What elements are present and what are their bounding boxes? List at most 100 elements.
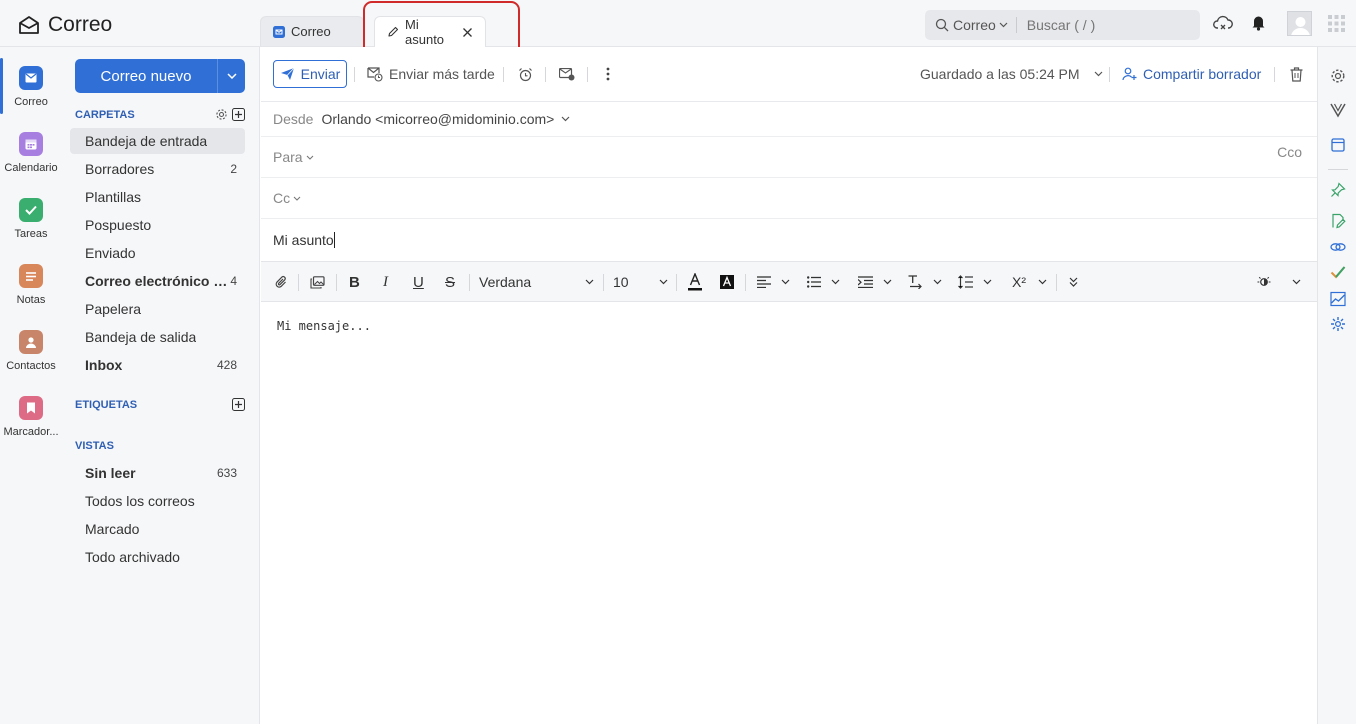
line-spacing-icon [958, 275, 973, 289]
subject-field[interactable]: Mi asunto [261, 219, 1317, 261]
indent-icon [858, 276, 873, 288]
link-icon[interactable] [1330, 239, 1346, 255]
add-label-icon[interactable] [232, 398, 245, 411]
close-icon[interactable] [462, 27, 473, 38]
tab-mi-asunto[interactable]: Mi asunto [374, 16, 486, 47]
font-size-value: 10 [613, 274, 629, 290]
app-notas[interactable]: Notas [0, 264, 62, 306]
send-button[interactable]: Enviar [273, 60, 347, 88]
format-toolbar: B I U S Verdana 10 X² [261, 261, 1317, 302]
gear-icon[interactable] [215, 108, 228, 121]
cloud-sync-icon[interactable] [1213, 14, 1233, 32]
paperclip-icon [275, 275, 288, 290]
from-field[interactable]: Desde Orlando <micorreo@midominio.com> [261, 102, 1317, 137]
folder-bandeja-de-entrada[interactable]: Bandeja de entrada [70, 128, 245, 154]
bold-button[interactable]: B [349, 262, 360, 302]
italic-button[interactable]: I [383, 262, 388, 302]
view-marcado[interactable]: Marcado [70, 516, 245, 542]
app-contactos[interactable]: Contactos [0, 330, 62, 372]
folder-correo-no-deseado[interactable]: Correo electrónico no deseado 4 [70, 268, 245, 294]
delete-draft-button[interactable] [1290, 59, 1303, 89]
chevron-down-icon [585, 279, 594, 285]
text-direction-select[interactable] [908, 262, 942, 302]
labels-header: ETIQUETAS [75, 398, 245, 411]
insert-image-button[interactable] [310, 262, 325, 302]
app-label: Tareas [14, 228, 48, 240]
text-color-button[interactable] [688, 262, 702, 302]
new-mail-button[interactable]: Correo nuevo [75, 59, 245, 93]
app-label: Marcador... [3, 426, 59, 438]
app-label: Calendario [4, 162, 58, 174]
cc-field[interactable]: Cc [261, 178, 1317, 219]
strikethrough-button[interactable]: S [445, 262, 455, 302]
bell-icon[interactable] [1251, 14, 1266, 31]
app-marcadores[interactable]: Marcador... [0, 396, 62, 438]
indent-select[interactable] [858, 262, 892, 302]
view-todo-archivado[interactable]: Todo archivado [70, 544, 245, 570]
search-bar[interactable]: Correo [925, 10, 1200, 40]
app-correo[interactable]: Correo [0, 58, 62, 114]
mail-tab-icon [273, 25, 285, 38]
font-family-select[interactable]: Verdana [479, 262, 594, 302]
envelope-settings-icon [559, 67, 575, 81]
folder-label: Borradores [85, 161, 155, 177]
theme-toggle-button[interactable] [1257, 262, 1271, 302]
view-todos-los-correos[interactable]: Todos los correos [70, 488, 245, 514]
to-field[interactable]: Para Cco [261, 137, 1317, 178]
integration-gear-icon[interactable] [1330, 316, 1346, 332]
search-scope-dropdown[interactable]: Correo [953, 17, 1017, 33]
mail-options-button[interactable] [559, 59, 575, 89]
add-folder-icon[interactable] [232, 108, 245, 121]
search-scope-label: Correo [953, 17, 996, 33]
checkmark-icon[interactable] [1330, 264, 1346, 280]
folder-plantillas[interactable]: Plantillas [70, 184, 245, 210]
bcc-toggle[interactable]: Cco [1277, 144, 1302, 160]
vault-icon[interactable] [1330, 102, 1346, 118]
share-draft-button[interactable]: Compartir borrador [1122, 59, 1261, 89]
saved-status-label: Guardado a las 05:24 PM [920, 66, 1080, 82]
app-label: Notas [16, 294, 46, 306]
folder-inbox[interactable]: Inbox 428 [70, 352, 245, 378]
reminder-button[interactable] [518, 59, 533, 89]
font-size-select[interactable]: 10 [613, 262, 668, 302]
text-cursor [333, 232, 335, 248]
analytics-chart-icon[interactable] [1330, 291, 1346, 307]
app-tareas[interactable]: Tareas [0, 198, 62, 240]
folder-bandeja-de-salida[interactable]: Bandeja de salida [70, 324, 245, 350]
highlight-color-button[interactable] [720, 262, 734, 302]
app-calendario[interactable]: Calendario [0, 132, 62, 174]
folder-papelera[interactable]: Papelera [70, 296, 245, 322]
avatar[interactable] [1287, 11, 1312, 36]
more-options-button[interactable] [606, 59, 610, 89]
search-input[interactable] [1026, 17, 1177, 33]
send-later-button[interactable]: Enviar más tarde [367, 59, 495, 89]
share-draft-label: Compartir borrador [1143, 66, 1262, 82]
align-select[interactable] [757, 262, 790, 302]
more-formatting-button[interactable] [1069, 262, 1078, 302]
tab-strip: Correo Mi asunto [260, 16, 486, 47]
folder-enviado[interactable]: Enviado [70, 240, 245, 266]
apps-grid-icon[interactable] [1328, 15, 1345, 32]
saved-status[interactable]: Guardado a las 05:24 PM [920, 59, 1103, 89]
chevron-down-icon [831, 279, 840, 285]
folder-borradores[interactable]: Borradores 2 [70, 156, 245, 182]
settings-gear-icon[interactable] [1330, 68, 1346, 84]
message-body[interactable]: Mi mensaje... [277, 319, 371, 333]
new-mail-dropdown[interactable] [217, 59, 245, 93]
attach-button[interactable] [275, 262, 288, 302]
folder-pospuesto[interactable]: Pospuesto [70, 212, 245, 238]
view-sin-leer[interactable]: Sin leer 633 [70, 460, 245, 486]
tab-correo[interactable]: Correo [260, 16, 364, 46]
pin-icon[interactable] [1330, 182, 1346, 198]
from-label: Desde [273, 111, 314, 127]
underline-button[interactable]: U [413, 262, 424, 302]
line-spacing-select[interactable] [958, 262, 992, 302]
notepad-icon[interactable] [1330, 137, 1346, 153]
text-color-icon [688, 273, 702, 291]
folder-label: Pospuesto [85, 217, 152, 233]
contact-icon [19, 330, 43, 354]
editor-options-dropdown[interactable] [1292, 262, 1301, 302]
bullet-list-select[interactable] [807, 262, 840, 302]
superscript-select[interactable]: X² [1012, 262, 1047, 302]
edit-document-icon[interactable] [1330, 213, 1346, 229]
